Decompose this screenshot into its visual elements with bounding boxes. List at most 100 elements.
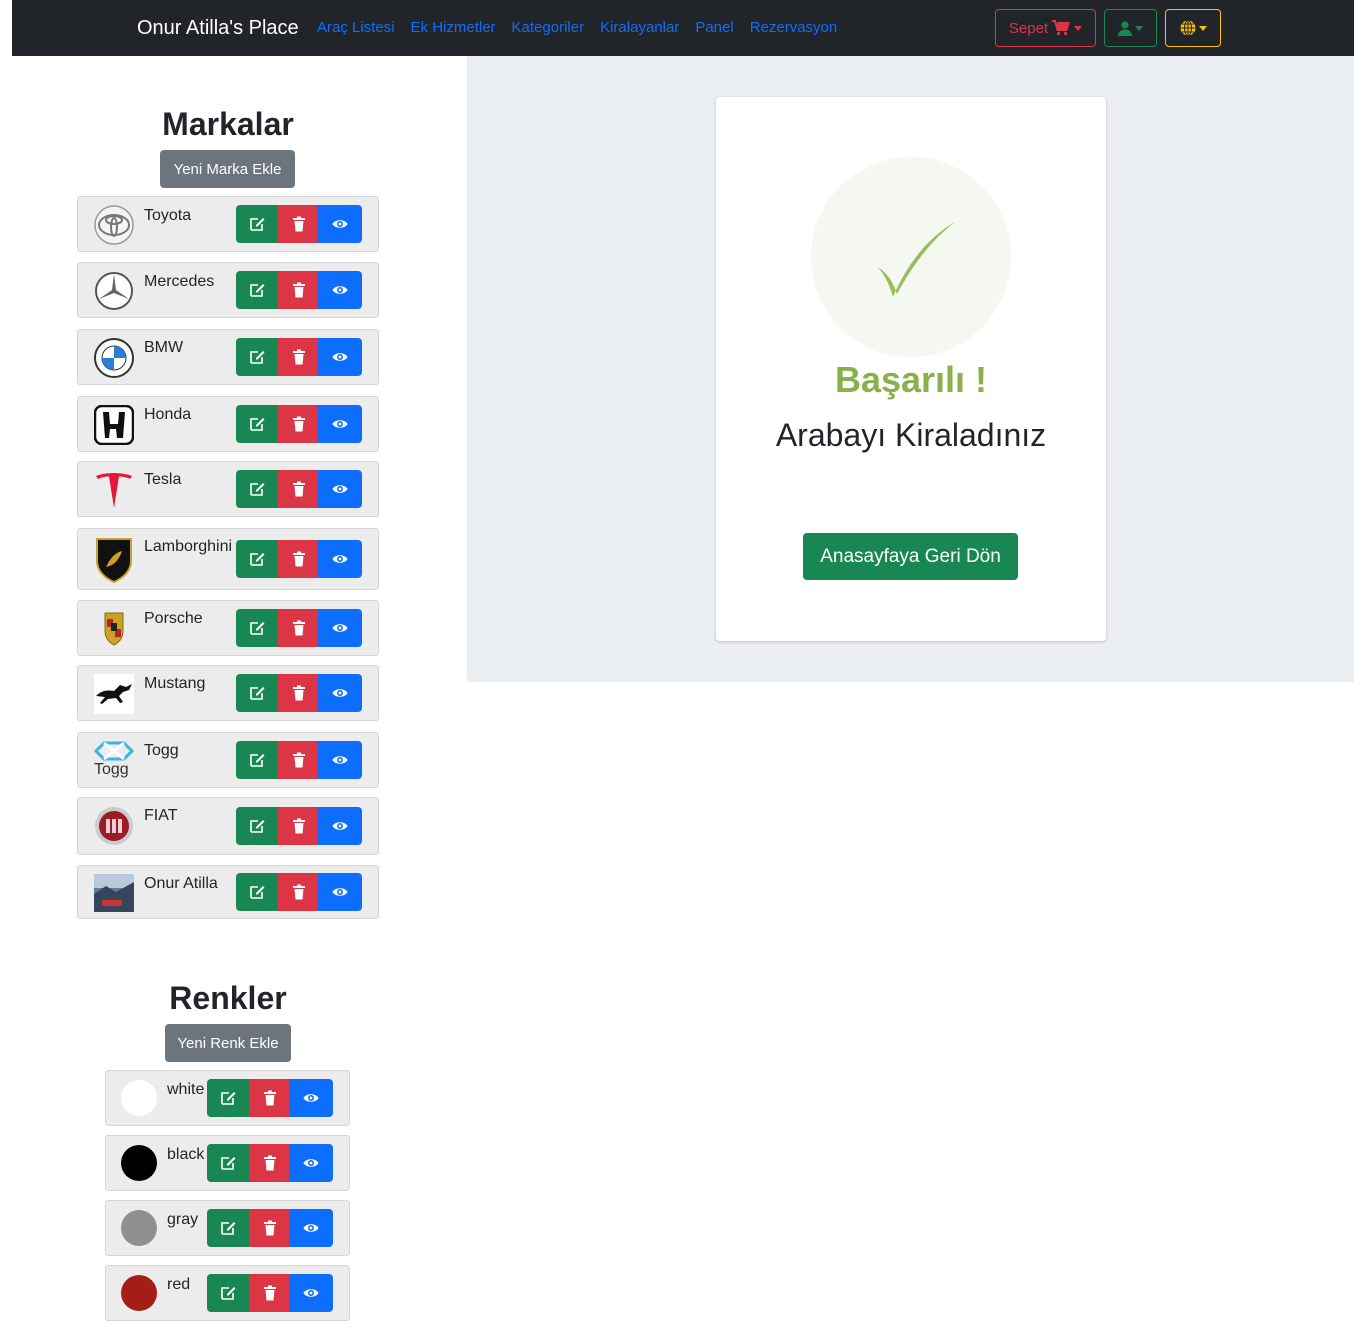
view-button[interactable] bbox=[318, 741, 362, 779]
delete-button[interactable] bbox=[278, 338, 320, 376]
brand-row-togg: Togg Togg bbox=[77, 732, 379, 788]
fiat-logo-icon bbox=[95, 807, 133, 845]
eye-icon bbox=[303, 1159, 319, 1167]
nav-link-kiralayanlar[interactable]: Kiralayanlar bbox=[600, 19, 679, 36]
user-icon bbox=[1118, 20, 1132, 36]
color-swatch bbox=[121, 1080, 157, 1116]
eye-icon bbox=[332, 689, 348, 697]
delete-button[interactable] bbox=[249, 1274, 291, 1312]
toyota-logo-icon bbox=[94, 205, 134, 245]
eye-icon bbox=[332, 624, 348, 632]
trash-icon bbox=[293, 620, 305, 636]
brand-name: Porsche bbox=[144, 610, 203, 627]
brand-name: BMW bbox=[144, 339, 184, 356]
color-name: black bbox=[167, 1146, 205, 1163]
brand-row-mercedes: Mercedes bbox=[77, 262, 379, 318]
color-row-black: black bbox=[105, 1135, 350, 1191]
view-button[interactable] bbox=[318, 807, 362, 845]
brand-row-onur-atilla: Onur Atilla bbox=[77, 865, 379, 919]
delete-button[interactable] bbox=[278, 741, 320, 779]
edit-icon bbox=[250, 886, 265, 899]
delete-button[interactable] bbox=[278, 873, 320, 911]
globe-icon bbox=[1180, 20, 1195, 36]
edit-icon bbox=[250, 284, 265, 297]
add-color-button[interactable]: Yeni Renk Ekle bbox=[165, 1024, 291, 1062]
view-button[interactable] bbox=[318, 609, 362, 647]
trash-icon bbox=[293, 481, 305, 497]
view-button[interactable] bbox=[318, 873, 362, 911]
color-name: gray bbox=[167, 1211, 199, 1228]
view-button[interactable] bbox=[289, 1274, 333, 1312]
delete-button[interactable] bbox=[278, 674, 320, 712]
nav-link-arac-listesi[interactable]: Araç Listesi bbox=[317, 19, 395, 36]
trash-icon bbox=[293, 818, 305, 834]
edit-button[interactable] bbox=[236, 271, 278, 309]
edit-button[interactable] bbox=[236, 873, 278, 911]
edit-icon bbox=[221, 1222, 236, 1235]
nav-link-panel[interactable]: Panel bbox=[695, 19, 733, 36]
delete-button[interactable] bbox=[249, 1144, 291, 1182]
edit-button[interactable] bbox=[207, 1079, 249, 1117]
bmw-logo-icon bbox=[94, 338, 134, 378]
delete-button[interactable] bbox=[278, 807, 320, 845]
color-name: red bbox=[167, 1276, 191, 1293]
brand-row-tesla: Tesla bbox=[77, 461, 379, 517]
edit-button[interactable] bbox=[236, 807, 278, 845]
edit-icon bbox=[221, 1092, 236, 1105]
delete-button[interactable] bbox=[278, 470, 320, 508]
brand-row-toyota: Toyota bbox=[77, 196, 379, 252]
brand-title[interactable]: Onur Atilla's Place bbox=[137, 17, 299, 40]
user-dropdown-button[interactable] bbox=[1104, 9, 1157, 47]
edit-button[interactable] bbox=[236, 405, 278, 443]
edit-button[interactable] bbox=[236, 205, 278, 243]
edit-button[interactable] bbox=[236, 674, 278, 712]
edit-button[interactable] bbox=[236, 741, 278, 779]
edit-button[interactable] bbox=[236, 470, 278, 508]
trash-icon bbox=[293, 752, 305, 768]
trash-icon bbox=[264, 1090, 276, 1106]
edit-button[interactable] bbox=[207, 1209, 249, 1247]
cart-dropdown-button[interactable]: Sepet bbox=[995, 9, 1096, 47]
brand-name: Tesla bbox=[144, 471, 182, 488]
view-button[interactable] bbox=[318, 405, 362, 443]
trash-icon bbox=[264, 1220, 276, 1236]
delete-button[interactable] bbox=[278, 609, 320, 647]
edit-button[interactable] bbox=[236, 338, 278, 376]
add-brand-button[interactable]: Yeni Marka Ekle bbox=[160, 150, 295, 188]
view-button[interactable] bbox=[289, 1079, 333, 1117]
nav-link-kategoriler[interactable]: Kategoriler bbox=[512, 19, 585, 36]
success-circle bbox=[811, 157, 1011, 357]
delete-button[interactable] bbox=[278, 540, 320, 578]
delete-button[interactable] bbox=[249, 1079, 291, 1117]
color-swatch bbox=[121, 1210, 157, 1246]
nav-link-rezervasyon[interactable]: Rezervasyon bbox=[750, 19, 838, 36]
edit-button[interactable] bbox=[236, 609, 278, 647]
view-button[interactable] bbox=[289, 1144, 333, 1182]
nav-link-ek-hizmetler[interactable]: Ek Hizmetler bbox=[411, 19, 496, 36]
view-button[interactable] bbox=[318, 540, 362, 578]
chevron-down-icon bbox=[1135, 25, 1143, 31]
edit-button[interactable] bbox=[207, 1274, 249, 1312]
delete-button[interactable] bbox=[278, 205, 320, 243]
delete-button[interactable] bbox=[249, 1209, 291, 1247]
view-button[interactable] bbox=[318, 674, 362, 712]
delete-button[interactable] bbox=[278, 271, 320, 309]
view-button[interactable] bbox=[318, 470, 362, 508]
edit-button[interactable] bbox=[207, 1144, 249, 1182]
language-dropdown-button[interactable] bbox=[1165, 9, 1221, 47]
view-button[interactable] bbox=[318, 271, 362, 309]
brand-name: Mercedes bbox=[144, 273, 215, 290]
eye-icon bbox=[332, 555, 348, 563]
checkmark-icon bbox=[877, 222, 955, 297]
delete-button[interactable] bbox=[278, 405, 320, 443]
back-to-home-button[interactable]: Anasayfaya Geri Dön bbox=[803, 533, 1018, 580]
brand-row-mustang: Mustang bbox=[77, 665, 379, 721]
view-button[interactable] bbox=[318, 338, 362, 376]
brand-row-porsche: Porsche bbox=[77, 600, 379, 656]
view-button[interactable] bbox=[318, 205, 362, 243]
edit-button[interactable] bbox=[236, 540, 278, 578]
view-button[interactable] bbox=[289, 1209, 333, 1247]
edit-icon bbox=[250, 820, 265, 833]
colors-title: Renkler bbox=[169, 980, 287, 1016]
eye-icon bbox=[332, 353, 348, 361]
